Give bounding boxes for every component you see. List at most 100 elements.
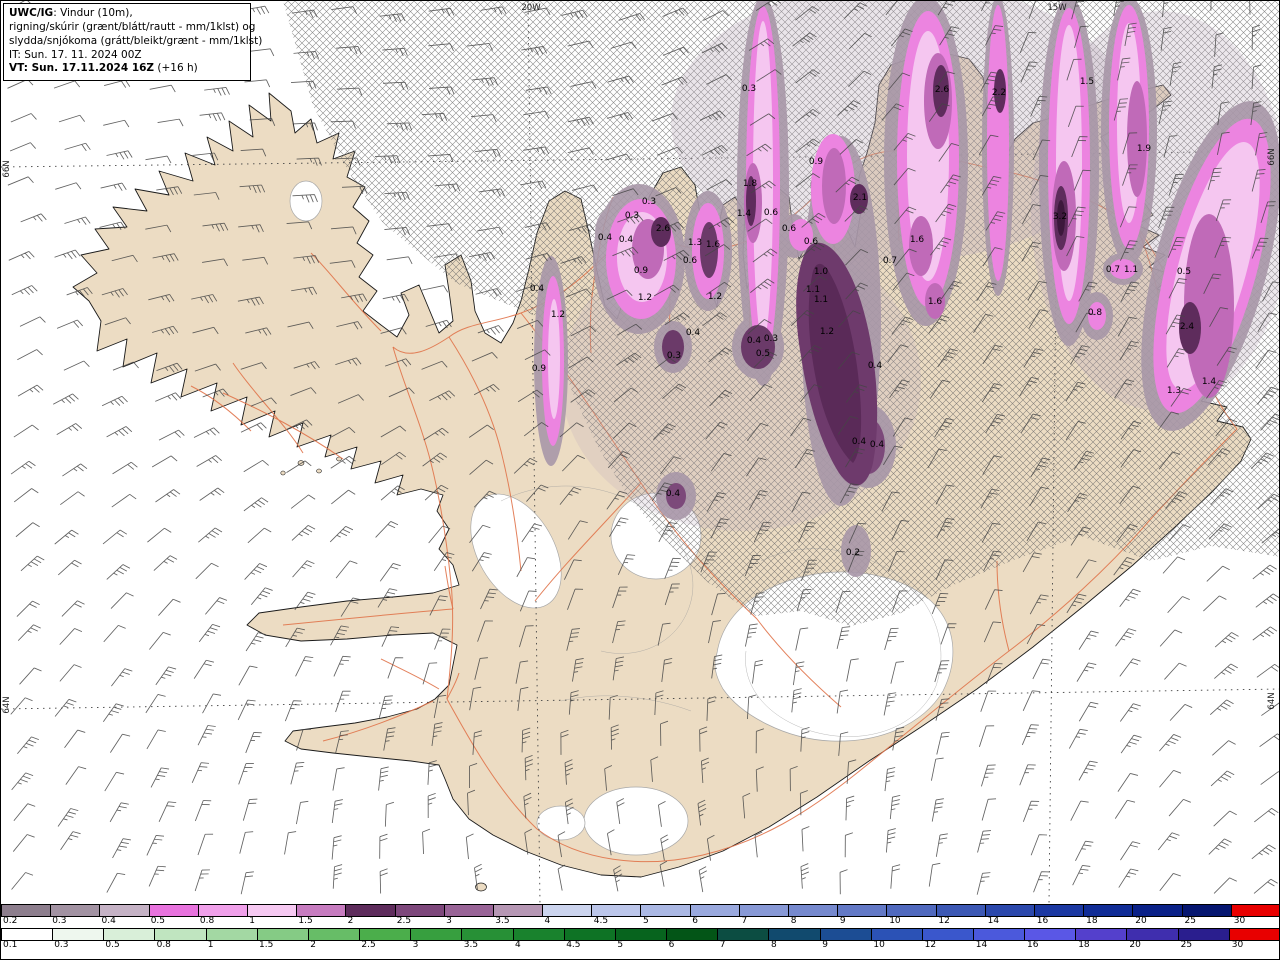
colorbar-label: 6 <box>668 940 675 950</box>
wind-barb <box>57 559 82 576</box>
longitude-label: 15W <box>1047 3 1067 13</box>
wind-barb <box>422 285 449 293</box>
wind-barb <box>1119 588 1141 607</box>
wind-barb <box>1120 734 1142 754</box>
wind-barb <box>1210 770 1235 787</box>
colorbar-cell <box>395 905 445 916</box>
colorbar-cell <box>820 929 872 940</box>
wind-barb <box>976 872 991 895</box>
wind-barb <box>844 832 854 858</box>
colorbar-label: 18 <box>1078 940 1090 950</box>
colorbar-label: 1 <box>249 916 255 926</box>
wind-barb <box>17 349 43 361</box>
precip-value-label: 0.4 <box>598 233 613 243</box>
wind-barb <box>193 659 215 679</box>
precip-value-label: 1.9 <box>1137 144 1152 154</box>
colorbar-label: 12 <box>924 940 937 950</box>
colorbar-label: 3.5 <box>495 916 510 926</box>
legend-text: slydda/snjókoma (grátt/bleikt/grænt - mm… <box>9 34 263 47</box>
wind-barb <box>1167 596 1190 614</box>
wind-barb <box>1070 800 1089 821</box>
colorbar-cell <box>1231 905 1279 916</box>
wind-barb <box>149 631 171 650</box>
wind-barb <box>1214 663 1238 679</box>
precip-value-label: 0.6 <box>683 256 698 266</box>
wind-barb <box>335 690 351 713</box>
wind-barb <box>284 700 302 722</box>
wind-barb <box>194 869 210 892</box>
wind-barb <box>9 142 36 152</box>
legend-text: : Vindur (10m), <box>53 7 133 19</box>
precip-value-label: 0.4 <box>530 284 545 294</box>
wind-barb <box>1159 873 1181 892</box>
colorbar-cell <box>493 905 544 916</box>
colorbar-label: 0.5 <box>105 940 120 950</box>
wind-barb <box>292 560 315 578</box>
wind-barb <box>886 828 896 853</box>
wind-barb <box>197 725 216 746</box>
wind-barb <box>102 529 128 545</box>
precip-value-label: 1.3 <box>1167 386 1181 396</box>
wind-barb <box>13 803 36 822</box>
colorbar-label: 2.5 <box>396 916 412 926</box>
precip-value-label: 0.4 <box>868 361 883 371</box>
wind-barb <box>20 555 45 572</box>
wind-barb <box>13 424 39 438</box>
precip-value-label: 0.6 <box>804 237 819 247</box>
wind-barb <box>1078 701 1099 722</box>
wind-barb <box>110 592 134 609</box>
colorbar-cell <box>1182 905 1232 916</box>
wind-barb <box>158 598 181 616</box>
wind-barb <box>62 463 88 477</box>
precip-value-label: 1.3 <box>688 238 702 248</box>
wind-barb <box>935 833 948 857</box>
wind-barb <box>930 757 944 781</box>
wind-barb <box>1162 556 1186 574</box>
island <box>280 470 286 476</box>
precip-value-label: 2.1 <box>853 193 867 203</box>
wind-barb <box>239 831 254 854</box>
wind-barb <box>1253 878 1278 894</box>
colorbar-rain: 0.1 0.3 0.5 0.8 1 1.5 2 2.5 3 3.5 4 4.5 5 6 7 8 9 10 12 14 1… <box>1 928 1279 952</box>
wind-barb <box>422 828 431 855</box>
wind-barb <box>106 872 126 893</box>
wind-barb <box>244 563 268 580</box>
colorbar-label: 8 <box>790 916 797 926</box>
valid-time-line: VT: Sun. 17.11.2024 16Z (+16 h) <box>9 62 245 76</box>
wind-barb <box>10 697 33 715</box>
colorbar-cell <box>149 905 199 916</box>
wind-barb <box>155 489 181 503</box>
colorbar-label: 4.5 <box>593 916 609 926</box>
precip-blob <box>987 5 1009 281</box>
colorbar-label: 25 <box>1180 940 1193 950</box>
precip-value-label: 1.8 <box>743 179 758 189</box>
wind-barb <box>333 655 351 677</box>
wind-barb <box>1019 764 1036 786</box>
wind-barb <box>245 632 266 652</box>
wind-barb <box>884 767 896 792</box>
wind-barb <box>245 732 262 754</box>
wind-barb <box>56 319 83 329</box>
wind-barb <box>57 808 79 827</box>
colorbar-cell <box>838 905 888 916</box>
wind-barb <box>981 798 997 821</box>
wind-barb <box>153 555 178 571</box>
colorbar-cell <box>936 905 986 916</box>
wind-barb <box>157 118 184 127</box>
colorbar-tick-labels: 0.2 0.3 0.4 0.5 0.8 1 1.5 2 2.5 3 3.5 4 4.5 5 6 7 8 9 10 12… <box>1 916 1279 928</box>
wind-barb <box>1078 630 1099 650</box>
wind-barb <box>205 597 228 615</box>
wind-barb <box>284 831 297 855</box>
wind-barb <box>111 493 137 508</box>
wind-barb <box>199 487 225 501</box>
colorbar-cell <box>411 929 463 940</box>
wind-barb <box>11 872 34 890</box>
colorbar-label: 8 <box>771 940 777 950</box>
wind-barb <box>243 497 269 512</box>
wind-barb <box>158 801 177 822</box>
colorbar-label: 1.5 <box>259 940 274 950</box>
wind-barb <box>800 863 809 889</box>
colorbar-cell <box>985 905 1035 916</box>
wind-barb <box>55 182 82 190</box>
precip-value-label: 1.2 <box>551 310 565 320</box>
